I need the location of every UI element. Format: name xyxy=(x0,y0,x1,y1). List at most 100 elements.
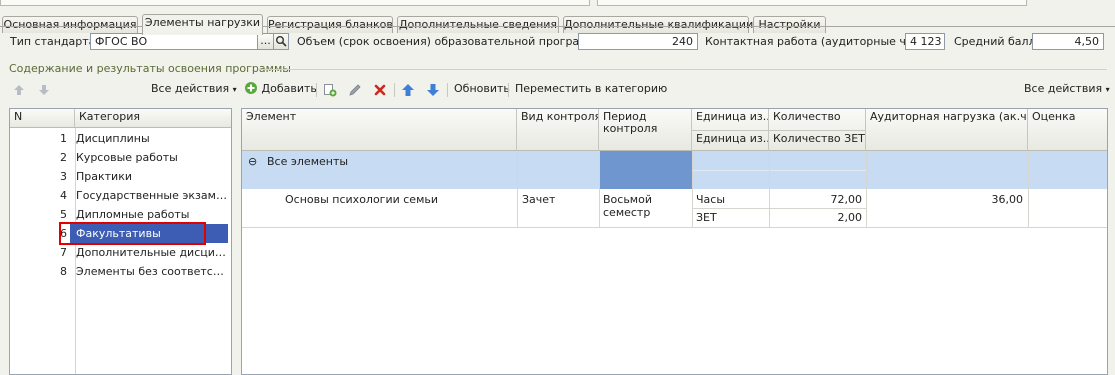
section-divider xyxy=(260,69,1107,70)
category-number: 8 xyxy=(60,265,67,278)
add-icon xyxy=(245,82,257,94)
toolbar-separator xyxy=(508,83,509,97)
toolbar-separator xyxy=(394,83,395,97)
arrow-up-icon xyxy=(14,85,24,95)
category-name: Дополнительные дисципли... xyxy=(76,246,228,259)
category-number: 2 xyxy=(60,151,67,164)
move-down-button[interactable] xyxy=(38,81,50,99)
highlight-box xyxy=(59,222,206,245)
column-header-control[interactable]: Вид контроля xyxy=(517,109,599,151)
section-title: Содержание и результаты освоения програм… xyxy=(9,62,291,75)
arrow-down-icon xyxy=(427,84,439,96)
chevron-down-icon: ▾ xyxy=(1105,85,1110,94)
tab-load-elements[interactable]: Элементы нагрузки xyxy=(142,14,263,35)
elements-header: Элемент Вид контроля Период контроля Еди… xyxy=(242,109,1107,151)
contact-work-field[interactable]: 4 123 xyxy=(905,33,945,50)
contact-work-label: Контактная работа (аудиторные часы): xyxy=(705,35,936,48)
top-strip-right xyxy=(597,0,1027,6)
copy-button[interactable] xyxy=(323,81,337,99)
copy-icon xyxy=(324,84,337,97)
column-header-auditory-load[interactable]: Аудиторная нагрузка (ак.час.) xyxy=(866,109,1028,151)
unit-zet: ЗЕТ xyxy=(696,211,717,224)
category-name: Дисциплины xyxy=(76,132,150,145)
column-divider xyxy=(599,151,600,227)
column-divider xyxy=(866,151,867,227)
main-all-actions-menu[interactable]: Все действия ▾ xyxy=(1024,81,1110,99)
refresh-button[interactable]: Обновить xyxy=(454,81,510,99)
column-header-unit[interactable]: Единица из... xyxy=(692,109,769,130)
group-subrow-divider xyxy=(692,170,866,171)
category-row[interactable]: 7 Дополнительные дисципли... xyxy=(10,243,228,262)
collapse-icon[interactable]: ⊖ xyxy=(248,155,257,168)
category-row[interactable]: 1 Дисциплины xyxy=(10,129,228,148)
column-divider xyxy=(517,151,518,227)
column-header-period[interactable]: Период контроля xyxy=(599,109,692,151)
tab-bar: Основная информация Элементы нагрузки Ре… xyxy=(0,7,1115,35)
row-down-button[interactable] xyxy=(426,81,440,99)
category-number: 4 xyxy=(60,189,67,202)
toolbar-separator xyxy=(447,83,448,97)
delete-button[interactable] xyxy=(373,81,387,99)
move-up-button[interactable] xyxy=(13,81,25,99)
category-name: Курсовые работы xyxy=(76,151,178,164)
tab-form-registration[interactable]: Регистрация бланков xyxy=(267,16,393,33)
auditory-load-value: 36,00 xyxy=(991,193,1024,206)
category-row[interactable]: 8 Элементы без соответствий xyxy=(10,262,228,281)
group-period-cell xyxy=(599,151,692,189)
group-label: Все элементы xyxy=(267,155,349,168)
column-header-grade[interactable]: Оценка xyxy=(1028,109,1107,151)
row-subdivider xyxy=(692,208,866,209)
control-period-line2: семестр xyxy=(603,206,651,219)
category-name: Государственные экзамены xyxy=(76,189,228,202)
program-volume-field[interactable]: 240 xyxy=(578,33,698,50)
left-all-actions-label: Все действия xyxy=(151,82,230,95)
tab-settings[interactable]: Настройки xyxy=(753,16,826,33)
select-button[interactable]: ... xyxy=(257,33,274,50)
category-number: 3 xyxy=(60,170,67,183)
category-name: Элементы без соответствий xyxy=(76,265,228,278)
category-row[interactable]: 4 Государственные экзамены xyxy=(10,186,228,205)
quantity-hours: 72,00 xyxy=(830,193,863,206)
standard-type-label: Тип стандарта: xyxy=(10,35,100,48)
left-all-actions-menu[interactable]: Все действия ▾ xyxy=(151,81,237,99)
open-button[interactable] xyxy=(273,33,289,50)
tab-main-info[interactable]: Основная информация xyxy=(2,16,138,33)
column-divider xyxy=(1028,151,1029,227)
add-label: Добавить xyxy=(261,82,317,95)
add-button[interactable]: Добавить xyxy=(244,81,317,99)
category-number: 7 xyxy=(60,246,67,259)
arrow-up-icon xyxy=(402,84,414,96)
column-header-category[interactable]: Категория xyxy=(75,109,231,127)
column-header-unit-sub[interactable]: Единица из... xyxy=(692,130,769,151)
column-header-element[interactable]: Элемент xyxy=(242,109,517,151)
average-score-label: Средний балл: xyxy=(954,35,1040,48)
row-up-button[interactable] xyxy=(401,81,415,99)
edit-button[interactable] xyxy=(348,81,362,99)
tab-additional-info[interactable]: Дополнительные сведения xyxy=(397,16,559,33)
elements-table: Элемент Вид контроля Период контроля Еди… xyxy=(241,108,1108,375)
column-header-n[interactable]: N xyxy=(10,109,75,127)
column-header-quantity[interactable]: Количество xyxy=(769,109,866,130)
category-name: Практики xyxy=(76,170,132,183)
tab-additional-qualifications[interactable]: Дополнительные квалификации xyxy=(563,16,753,33)
unit-hours: Часы xyxy=(696,193,726,206)
arrow-down-icon xyxy=(39,85,49,95)
move-to-category-button[interactable]: Переместить в категорию xyxy=(515,81,667,99)
element-name: Основы психологии семьи xyxy=(285,193,439,206)
column-divider xyxy=(769,151,770,227)
row-bottom-border xyxy=(242,227,1107,228)
delete-icon xyxy=(374,84,386,96)
column-header-quantity-zet[interactable]: Количество ЗЕТ xyxy=(769,130,866,151)
quantity-zet: 2,00 xyxy=(837,211,863,224)
categories-header: N Категория xyxy=(10,109,231,128)
chevron-down-icon: ▾ xyxy=(232,85,237,94)
category-row[interactable]: 2 Курсовые работы xyxy=(10,148,228,167)
standard-type-field[interactable]: ФГОС ВО xyxy=(90,33,258,50)
program-volume-label: Объем (срок освоения) образовательной пр… xyxy=(297,35,609,48)
category-row[interactable]: 3 Практики xyxy=(10,167,228,186)
pencil-icon xyxy=(349,84,361,96)
category-number: 1 xyxy=(60,132,67,145)
average-score-field[interactable]: 4,50 xyxy=(1032,33,1104,50)
column-divider xyxy=(692,151,693,227)
toolbar-separator xyxy=(316,83,317,97)
